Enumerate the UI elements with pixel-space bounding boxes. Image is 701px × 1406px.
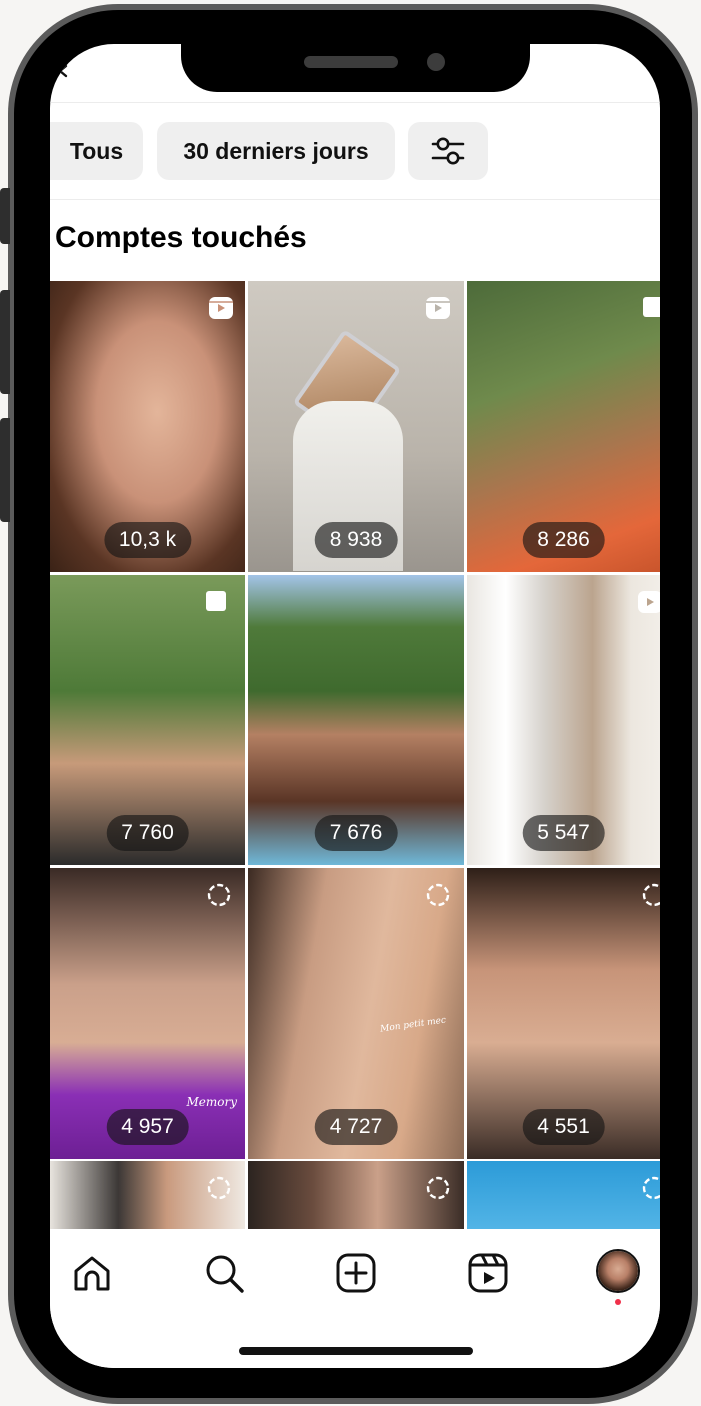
story-icon: [642, 1176, 660, 1200]
post-tile[interactable]: 8 938: [248, 281, 464, 572]
reel-icon: [209, 297, 233, 319]
story-icon: [642, 883, 660, 907]
story-icon: [207, 1176, 231, 1200]
post-tile[interactable]: [467, 1161, 660, 1229]
filter-settings-button[interactable]: [408, 122, 488, 180]
create-icon[interactable]: [334, 1251, 378, 1295]
reach-count: 8 938: [314, 522, 398, 558]
search-icon[interactable]: [202, 1251, 246, 1295]
post-thumbnail: [467, 1161, 660, 1229]
reach-count: 5 547: [522, 815, 605, 851]
posts-grid: 10,3 k 8 938 8 286 7 760 7 676 5 547 Mem…: [50, 281, 660, 1229]
post-tile[interactable]: [248, 1161, 464, 1229]
volume-up-button: [0, 290, 10, 394]
reel-icon: [638, 591, 660, 613]
volume-down-button: [0, 418, 10, 522]
app-screen: Tous 30 derniers jours Comptes touchés 1…: [50, 44, 660, 1368]
bottom-tab-bar: [50, 1229, 660, 1368]
reach-count: 4 551: [522, 1109, 605, 1145]
profile-avatar[interactable]: [596, 1249, 640, 1293]
speaker: [304, 56, 398, 68]
post-tile[interactable]: Mon petit mec 4 727: [248, 868, 464, 1159]
reach-count: 7 760: [106, 815, 189, 851]
reels-icon[interactable]: [466, 1251, 510, 1295]
story-caption: Memory: [186, 1095, 237, 1109]
post-tile[interactable]: 5 547: [467, 575, 660, 865]
mute-switch: [0, 188, 10, 244]
filter-period-chip[interactable]: 30 derniers jours: [157, 122, 395, 180]
sliders-icon: [431, 137, 465, 165]
post-tile[interactable]: 10,3 k: [50, 281, 245, 572]
story-icon: [426, 883, 450, 907]
filter-all-label: Tous: [69, 137, 124, 164]
home-icon[interactable]: [70, 1251, 114, 1295]
reach-count: 7 676: [314, 815, 398, 851]
back-chevron-icon[interactable]: [56, 64, 70, 78]
reach-count: 4 727: [314, 1109, 398, 1145]
notification-dot: [615, 1299, 621, 1305]
filter-period-label: 30 derniers jours: [183, 137, 369, 164]
post-tile[interactable]: 4 551: [467, 868, 660, 1159]
avatar-image: [598, 1251, 638, 1291]
home-indicator[interactable]: [239, 1347, 473, 1355]
carousel-icon: [643, 297, 660, 317]
filter-all-chip[interactable]: Tous: [50, 122, 143, 180]
post-tile[interactable]: 7 760: [50, 575, 245, 865]
reach-count: 4 957: [106, 1109, 189, 1145]
filter-bar: Tous 30 derniers jours: [50, 122, 660, 180]
front-camera: [427, 53, 445, 71]
post-tile[interactable]: 7 676: [248, 575, 464, 865]
story-icon: [426, 1176, 450, 1200]
section-title: Comptes touchés: [55, 221, 307, 254]
reel-icon: [426, 297, 450, 319]
notch: [181, 38, 530, 92]
reach-count: 10,3 k: [103, 522, 192, 558]
post-tile[interactable]: Memory 4 957: [50, 868, 245, 1159]
post-tile[interactable]: 8 286: [467, 281, 660, 572]
reach-count: 8 286: [522, 522, 605, 558]
divider: [50, 199, 660, 200]
post-tile[interactable]: [50, 1161, 245, 1229]
story-icon: [207, 883, 231, 907]
carousel-icon: [206, 591, 226, 611]
divider: [50, 102, 660, 103]
